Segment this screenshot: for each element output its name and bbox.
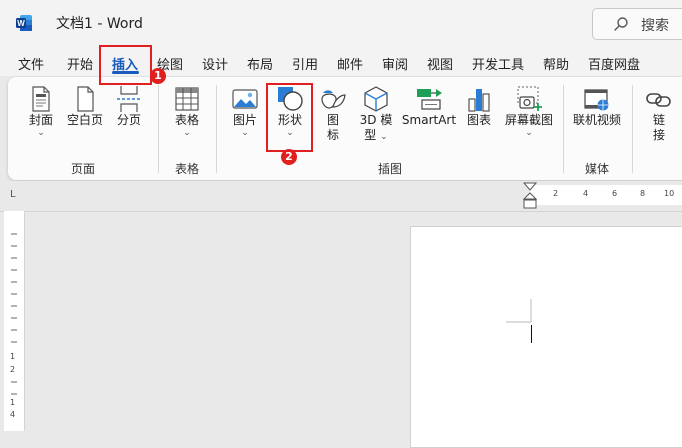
ruler-tick: 4 [10, 410, 16, 419]
chart-label: 图表 [466, 113, 491, 127]
indent-marker-icon[interactable] [522, 181, 538, 211]
ribbon-panel: 封面 ⌄ 空白页 分页 页面 表格 ⌄ 表格 图片 ⌄ 形状 ⌄ 图 标 3D … [8, 77, 682, 180]
table-icon [175, 87, 199, 111]
svg-text:W: W [17, 19, 25, 28]
title-bar: W 文档1 - Word 搜索 [0, 0, 682, 44]
ruler-tick: 6 [612, 189, 618, 198]
screenshot-button[interactable]: 屏幕截图 ⌄ [502, 85, 556, 138]
link-label-line1: 链 [652, 113, 665, 127]
tab-view[interactable]: 视图 [427, 54, 453, 73]
link-label-line2: 接 [652, 128, 665, 142]
pictures-label: 图片 [232, 113, 257, 127]
search-box[interactable]: 搜索 [592, 8, 682, 40]
tab-home[interactable]: 开始 [67, 54, 93, 73]
tab-developer[interactable]: 开发工具 [472, 54, 524, 73]
step1-badge: 1 [150, 68, 166, 84]
3d-cube-icon [364, 86, 388, 112]
table-button[interactable]: 表格 ⌄ [168, 85, 206, 138]
text-cursor [531, 325, 532, 343]
word-logo-icon: W [16, 15, 32, 31]
link-icon [646, 93, 671, 107]
table-label: 表格 [174, 113, 199, 127]
blank-page-label: 空白页 [66, 113, 103, 127]
online-video-icon [584, 89, 609, 111]
step2-badge: 2 [281, 149, 297, 165]
tab-stop-selector[interactable]: L [10, 189, 16, 200]
screenshot-icon [517, 86, 542, 111]
search-label: 搜索 [641, 18, 669, 34]
picture-icon [232, 89, 258, 109]
icons-label-line1: 图 [326, 113, 339, 127]
cover-page-label: 封面 [28, 113, 53, 127]
tab-help[interactable]: 帮助 [543, 54, 569, 73]
tab-layout[interactable]: 布局 [247, 54, 273, 73]
pictures-button[interactable]: 图片 ⌄ [228, 85, 262, 138]
chevron-down-icon: ⌄ [37, 128, 45, 138]
tab-file[interactable]: 文件 [18, 54, 44, 73]
ruler-tick: 10 [664, 189, 675, 198]
media-group-label: 媒体 [585, 162, 610, 176]
group-separator [563, 85, 564, 173]
group-separator [216, 85, 217, 173]
3d-models-label-line2: 型 ⌄ [364, 128, 388, 142]
link-button[interactable]: 链 接 [644, 85, 674, 143]
chart-icon [468, 89, 490, 112]
tab-design[interactable]: 设计 [202, 54, 228, 73]
ruler-tick: 1 [10, 352, 16, 361]
icons-icon [321, 90, 346, 109]
smartart-button[interactable]: SmartArt [400, 85, 458, 128]
ruler-tick: 4 [583, 189, 589, 198]
illustrations-group-label: 插图 [378, 162, 403, 176]
cover-page-button[interactable]: 封面 ⌄ [22, 85, 60, 138]
icons-label-line2: 标 [326, 128, 339, 142]
3d-models-label-line1: 3D 模 [359, 113, 393, 127]
tables-group-label: 表格 [175, 162, 200, 176]
document-title: 文档1 - Word [56, 16, 143, 32]
smartart-label: SmartArt [401, 113, 457, 127]
tab-review[interactable]: 审阅 [382, 54, 408, 73]
group-separator [632, 85, 633, 173]
screenshot-label: 屏幕截图 [504, 113, 553, 127]
cover-page-icon [32, 86, 50, 112]
blank-page-button[interactable]: 空白页 [64, 85, 106, 128]
vertical-ruler-ticks [11, 233, 17, 395]
ruler-tick: 2 [553, 189, 559, 198]
online-video-label: 联机视频 [572, 113, 621, 127]
document-page[interactable] [410, 226, 682, 448]
group-separator [158, 85, 159, 173]
tab-baidu-netdisk[interactable]: 百度网盘 [588, 54, 640, 73]
icons-button[interactable]: 图 标 [316, 85, 350, 143]
step2-highlight-box [266, 83, 313, 152]
3d-models-button[interactable]: 3D 模 型 ⌄ [356, 85, 396, 145]
page-break-label: 分页 [116, 113, 141, 127]
pages-group-label: 页面 [71, 162, 96, 176]
chart-button[interactable]: 图表 [462, 85, 496, 128]
smartart-icon [417, 89, 442, 110]
ruler-tick: 2 [10, 365, 16, 374]
step1-highlight-box [99, 45, 152, 85]
page-break-button[interactable]: 分页 [110, 85, 148, 128]
blank-page-icon [77, 86, 94, 112]
search-icon [614, 17, 628, 31]
ruler-tick: 8 [640, 189, 646, 198]
chevron-down-icon: ⌄ [241, 128, 249, 138]
tab-mailings[interactable]: 邮件 [337, 54, 363, 73]
ruler-tick: 1 [10, 398, 16, 407]
online-video-button[interactable]: 联机视频 [570, 85, 624, 128]
chevron-down-icon: ⌄ [183, 128, 191, 138]
chevron-down-icon: ⌄ [525, 128, 533, 138]
page-break-icon [117, 86, 141, 112]
tab-references[interactable]: 引用 [292, 54, 318, 73]
